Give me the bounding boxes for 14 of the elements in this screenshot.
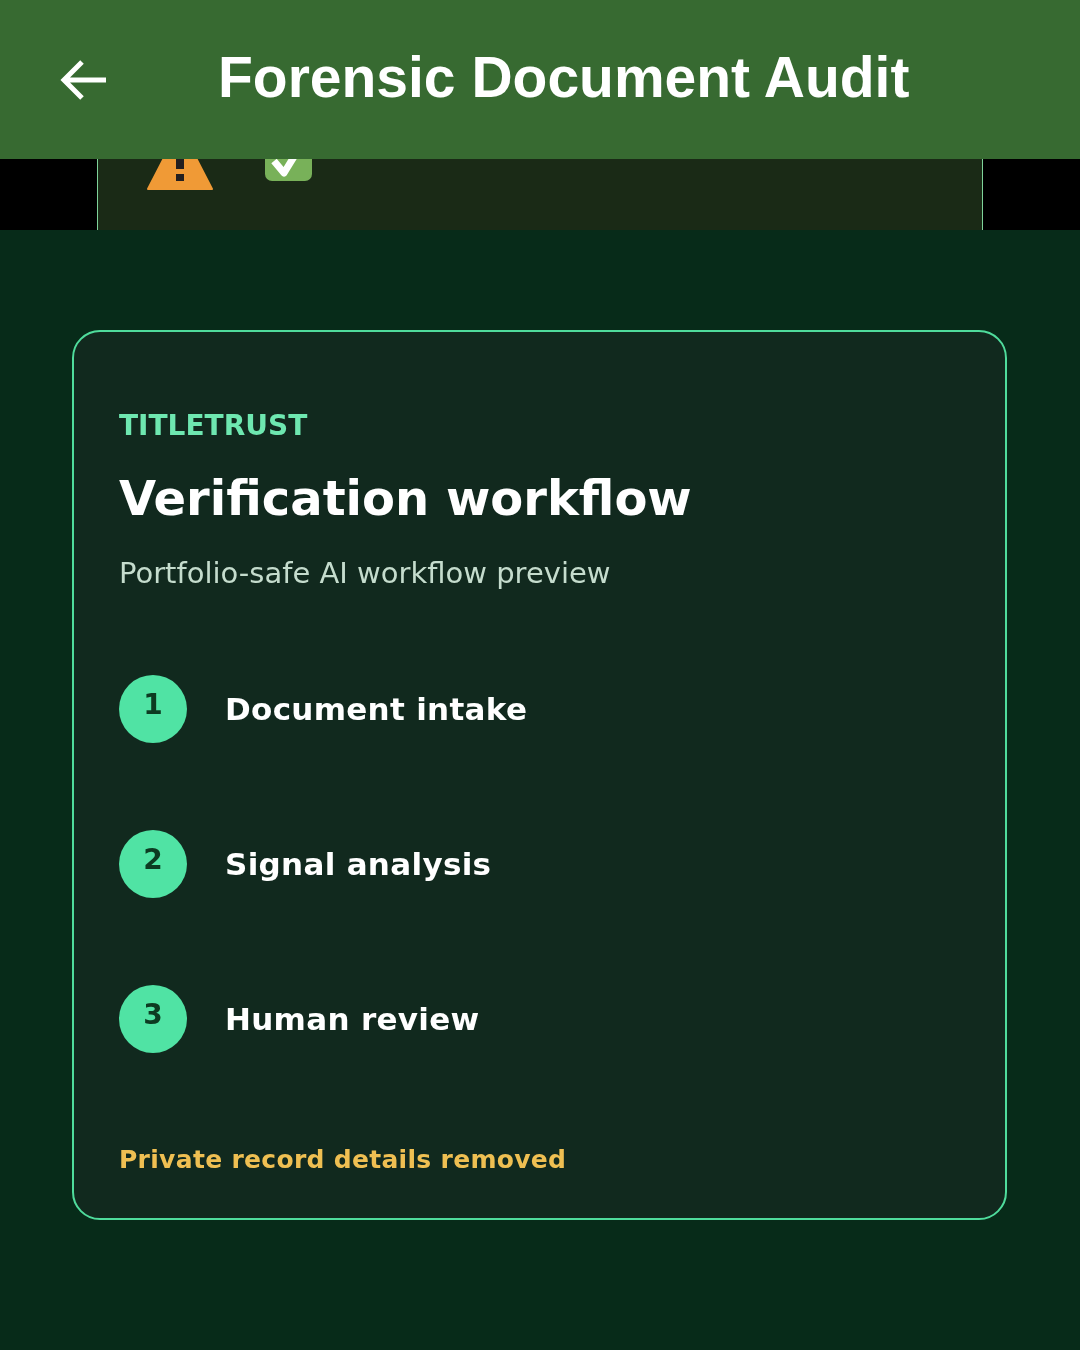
screen-title: Forensic Document Audit bbox=[218, 43, 910, 111]
back-arrow-icon bbox=[60, 58, 108, 101]
privacy-note: Private record details removed bbox=[119, 1145, 568, 1175]
step-number-badge: 1 bbox=[119, 675, 187, 743]
step-number-badge: 3 bbox=[119, 985, 187, 1053]
back-button[interactable] bbox=[60, 58, 108, 101]
brand-label: TITLETRUST bbox=[119, 409, 309, 443]
step-number-badge: 2 bbox=[119, 830, 187, 898]
step-label: Signal analysis bbox=[225, 845, 492, 883]
card-title: Verification workflow bbox=[119, 470, 693, 526]
step-label: Human review bbox=[225, 1000, 480, 1038]
card-subtitle: Portfolio-safe AI workflow preview bbox=[119, 556, 612, 590]
check-mark-icon bbox=[265, 159, 312, 181]
step-label: Document intake bbox=[225, 690, 528, 728]
